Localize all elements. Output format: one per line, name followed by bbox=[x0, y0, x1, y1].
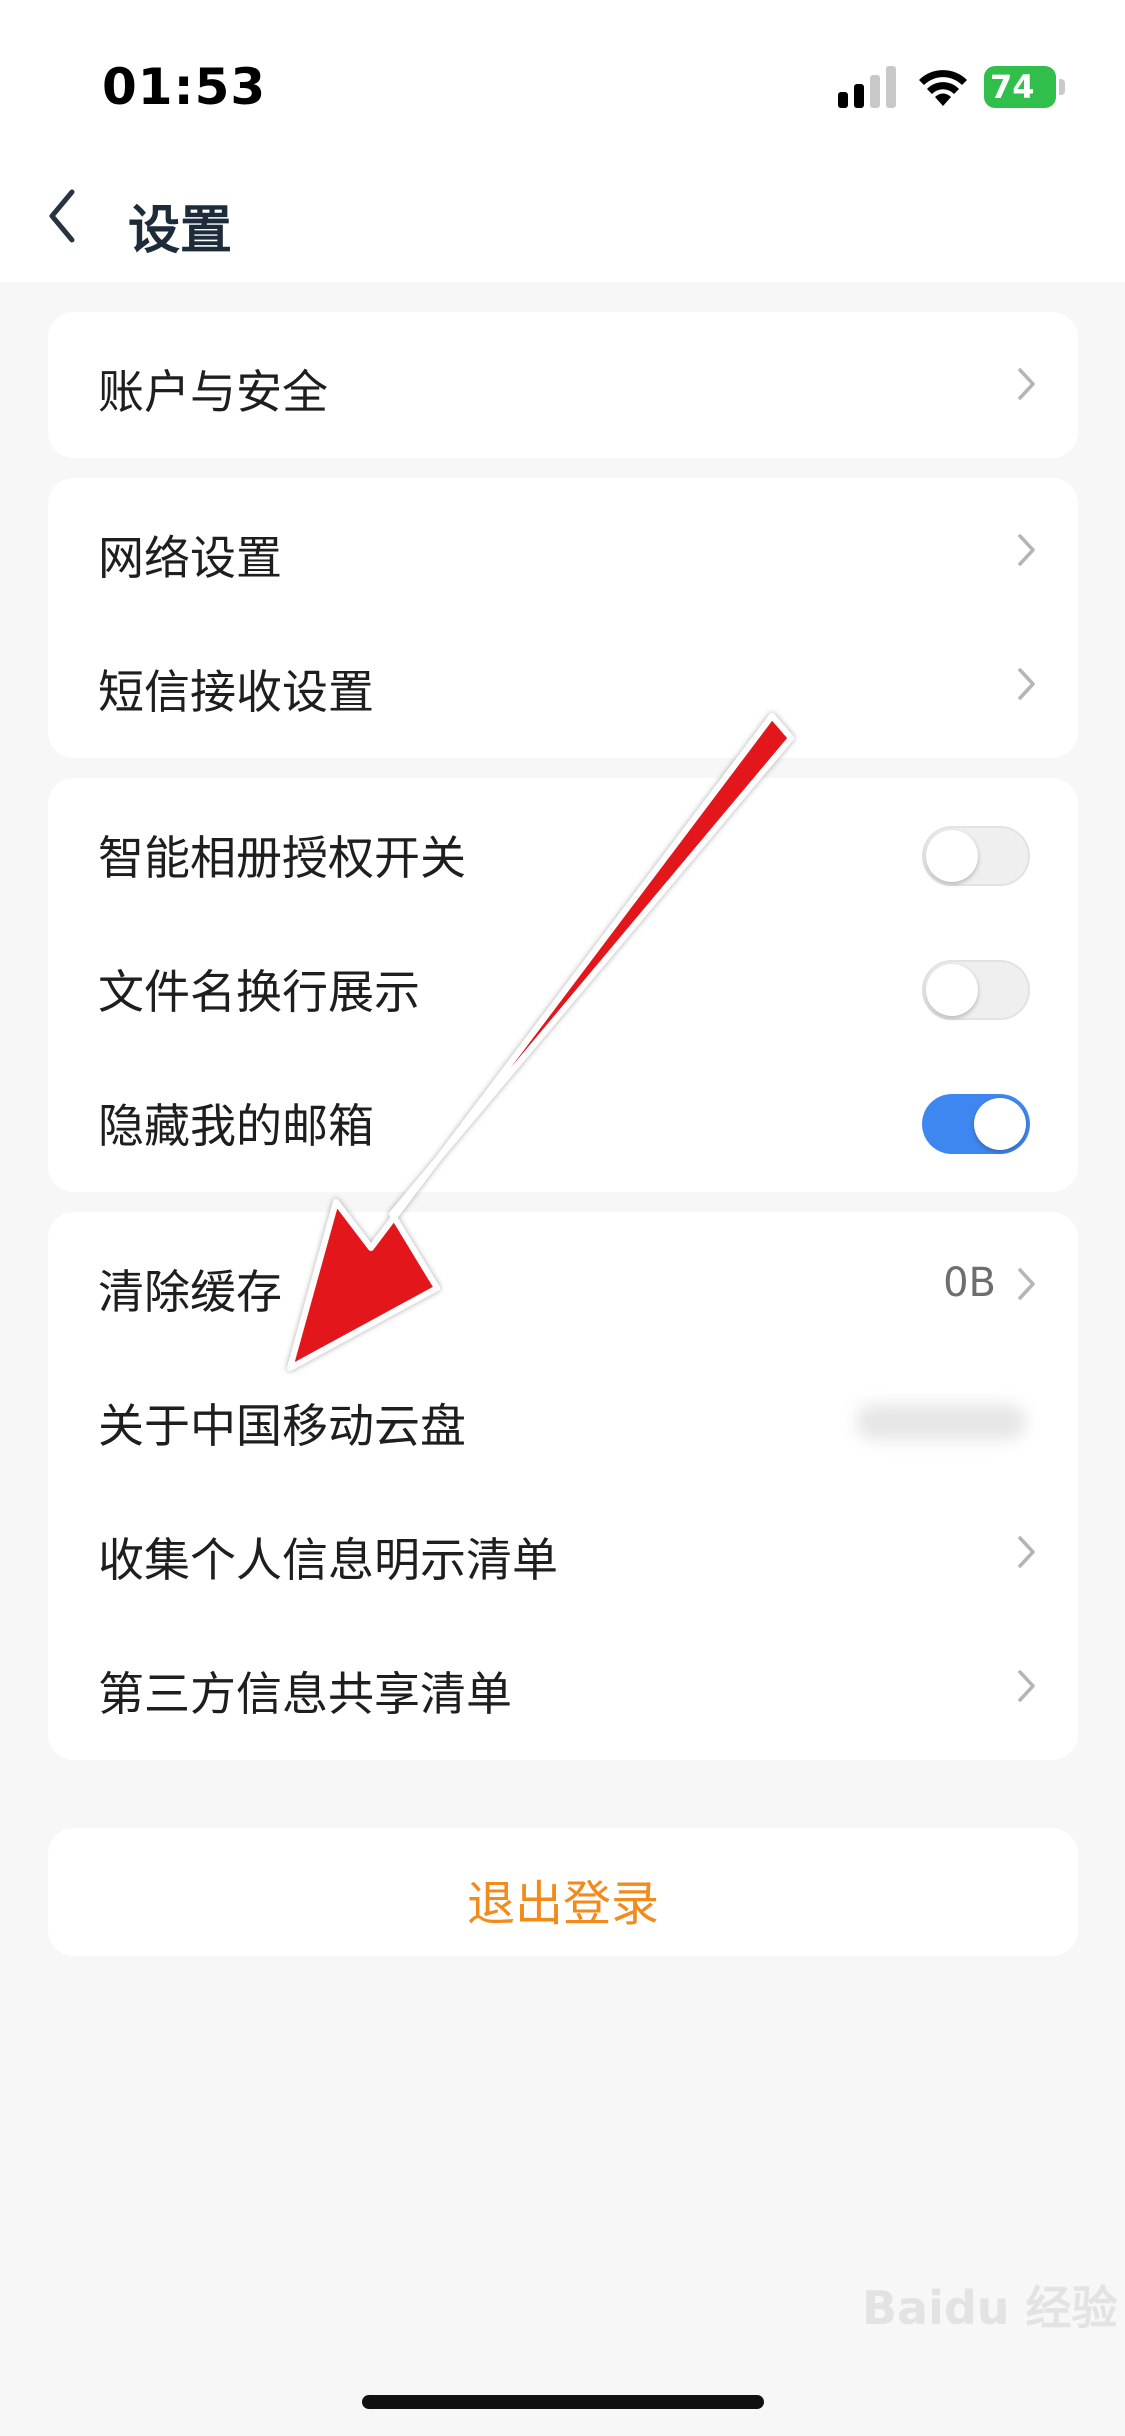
chevron-right-icon bbox=[1018, 534, 1035, 566]
settings-group-account: 账户与安全 bbox=[48, 312, 1078, 458]
row-hide-email: 隐藏我的邮箱 bbox=[48, 1052, 1078, 1186]
settings-group-toggles: 智能相册授权开关 文件名换行展示 隐藏我的邮箱 bbox=[48, 778, 1078, 1192]
page-title: 设置 bbox=[128, 201, 233, 261]
cache-size-value: 0B bbox=[943, 1260, 996, 1306]
battery-body: 74 bbox=[984, 66, 1056, 108]
row-label: 网络设置 bbox=[98, 531, 282, 585]
chevron-right-icon bbox=[1018, 1670, 1035, 1702]
toggle-knob bbox=[974, 1098, 1026, 1150]
nav-bar: 设置 bbox=[0, 150, 1125, 282]
wifi-icon bbox=[919, 70, 967, 106]
row-label: 短信接收设置 bbox=[98, 665, 374, 719]
row-personal-info-list[interactable]: 收集个人信息明示清单 bbox=[48, 1486, 1078, 1620]
chevron-right-icon bbox=[1018, 1536, 1035, 1568]
row-label: 隐藏我的邮箱 bbox=[98, 1099, 374, 1153]
smart-album-toggle[interactable] bbox=[922, 826, 1030, 886]
row-smart-album-auth: 智能相册授权开关 bbox=[48, 784, 1078, 918]
chevron-right-icon bbox=[1018, 368, 1035, 400]
row-account-security[interactable]: 账户与安全 bbox=[48, 318, 1078, 452]
baidu-watermark: Baidu 经验 bbox=[862, 2281, 1118, 2335]
row-label: 收集个人信息明示清单 bbox=[98, 1533, 558, 1587]
toggle-knob bbox=[926, 964, 978, 1016]
hide-email-toggle[interactable] bbox=[922, 1094, 1030, 1154]
row-label: 文件名换行展示 bbox=[98, 965, 420, 1019]
logout-label: 退出登录 bbox=[466, 1876, 659, 1932]
row-label: 智能相册授权开关 bbox=[98, 831, 466, 885]
home-indicator bbox=[362, 2395, 764, 2409]
row-label: 账户与安全 bbox=[98, 365, 328, 419]
settings-group-about: 清除缓存 0B 关于中国移动云盘 收集个人信息明示清单 第三方信息共享清单 bbox=[48, 1212, 1078, 1760]
status-time: 01:53 bbox=[102, 58, 267, 116]
blurred-version-value bbox=[856, 1404, 1026, 1440]
row-label: 关于中国移动云盘 bbox=[98, 1399, 466, 1453]
row-label: 清除缓存 bbox=[98, 1265, 282, 1319]
row-third-party-sharing[interactable]: 第三方信息共享清单 bbox=[48, 1620, 1078, 1754]
chevron-right-icon bbox=[1018, 1268, 1035, 1300]
chevron-right-icon bbox=[1018, 668, 1035, 700]
settings-group-network: 网络设置 短信接收设置 bbox=[48, 478, 1078, 758]
battery-tip bbox=[1059, 79, 1065, 95]
row-about-app[interactable]: 关于中国移动云盘 bbox=[48, 1352, 1078, 1486]
row-clear-cache[interactable]: 清除缓存 0B bbox=[48, 1218, 1078, 1352]
battery-level: 74 bbox=[990, 68, 1035, 106]
status-bar: 01:53 74 bbox=[0, 0, 1125, 150]
cellular-signal-icon bbox=[838, 66, 896, 108]
row-sms-settings[interactable]: 短信接收设置 bbox=[48, 618, 1078, 752]
logout-button[interactable]: 退出登录 bbox=[48, 1828, 1078, 1956]
back-chevron-icon[interactable] bbox=[40, 184, 88, 248]
row-filename-wrap: 文件名换行展示 bbox=[48, 918, 1078, 1052]
battery-icon: 74 bbox=[984, 66, 1066, 108]
filename-wrap-toggle[interactable] bbox=[922, 960, 1030, 1020]
toggle-knob bbox=[926, 830, 978, 882]
row-label: 第三方信息共享清单 bbox=[98, 1667, 512, 1721]
row-network-settings[interactable]: 网络设置 bbox=[48, 484, 1078, 618]
